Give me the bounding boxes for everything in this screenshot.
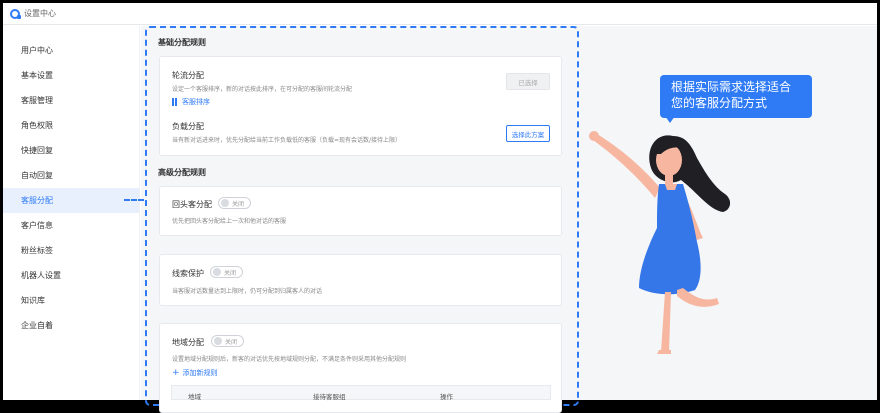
toggle-label: 关闭: [232, 200, 245, 208]
agent-sort-label: 客服排序: [182, 98, 210, 106]
sidebar-item-agent-management[interactable]: 客服管理: [3, 88, 139, 113]
lead-toggle[interactable]: 关闭: [210, 266, 243, 278]
lead-card: [159, 254, 562, 306]
callout-line-2: 您的客服分配方式: [671, 96, 768, 110]
toggle-label: 关闭: [225, 338, 238, 346]
region-toggle[interactable]: 关闭: [211, 335, 244, 347]
load-title: 负载分配: [172, 122, 204, 131]
app-logo-icon: [10, 8, 21, 19]
load-desc: 当有新对话进来时，优先分配给当前工作负载低的客服（负载=现有会话数/接待上限）: [172, 137, 402, 144]
toggle-label: 关闭: [224, 269, 237, 277]
window-title: 设置中心: [24, 9, 56, 18]
returning-desc: 优先把回头客分配给上一次和他对话的客服: [172, 218, 287, 225]
add-rule-link[interactable]: + 添加新规则: [172, 368, 218, 378]
region-table-header: 地域 接待客服组 操作: [171, 385, 551, 401]
returning-title: 回头客分配: [172, 200, 212, 209]
sidebar-item-enterprise[interactable]: 企业自着: [3, 313, 139, 338]
lead-title: 线索保护: [172, 269, 204, 278]
plus-icon: +: [172, 367, 180, 378]
region-desc: 设置地域分配规则后，新客的对话优先按地域规则分配，不满足条件则采用其他分配规则: [172, 356, 407, 363]
region-title: 地域分配: [172, 338, 204, 347]
returning-card: [159, 186, 562, 236]
woman-illustration: [589, 131, 731, 354]
sidebar-item-roles[interactable]: 角色权限: [3, 113, 139, 138]
sidebar-item-fan-tags[interactable]: 粉丝标签: [3, 238, 139, 263]
callout-line-1: 根据实际需求选择适合: [671, 80, 792, 94]
toggle-knob: [214, 337, 222, 345]
highlight-connector: [124, 199, 144, 201]
advanced-rules-title: 高级分配规则: [158, 168, 206, 177]
sidebar-item-knowledge-base[interactable]: 知识库: [3, 288, 139, 313]
callout-bubble: 根据实际需求选择适合 您的客服分配方式: [660, 75, 812, 118]
sort-icon: [172, 98, 178, 106]
toggle-knob: [213, 268, 221, 276]
title-bar: 设置中心: [3, 3, 877, 25]
round-robin-desc: 设定一个客服排序，新的对话按此排序，在可分配的客服间轮流分配: [172, 86, 353, 93]
add-rule-label: 添加新规则: [182, 369, 218, 377]
round-robin-title: 轮流分配: [172, 71, 204, 80]
returning-toggle[interactable]: 关闭: [218, 197, 251, 209]
agent-sort-link[interactable]: 客服排序: [172, 97, 210, 107]
sidebar-item-quick-reply[interactable]: 快捷回复: [3, 138, 139, 163]
sidebar-item-auto-reply[interactable]: 自动回复: [3, 163, 139, 188]
toggle-knob: [221, 199, 229, 207]
sidebar: 用户中心 基本设置 客服管理 角色权限 快捷回复 自动回复 客服分配 客户信息 …: [3, 26, 140, 400]
basic-rules-title: 基础分配规则: [158, 38, 206, 47]
sidebar-item-robot-settings[interactable]: 机器人设置: [3, 263, 139, 288]
sidebar-item-user-center[interactable]: 用户中心: [3, 38, 139, 63]
sidebar-item-customer-info[interactable]: 客户信息: [3, 213, 139, 238]
sidebar-item-basic-settings[interactable]: 基本设置: [3, 63, 139, 88]
selected-button[interactable]: 已选择: [506, 73, 550, 90]
lead-desc: 当客服对话数量达到上限时，仍可分配到归属客人的对话: [172, 288, 323, 295]
sidebar-item-agent-assignment[interactable]: 客服分配: [3, 188, 139, 213]
choose-plan-button[interactable]: 选择此方案: [506, 125, 550, 142]
